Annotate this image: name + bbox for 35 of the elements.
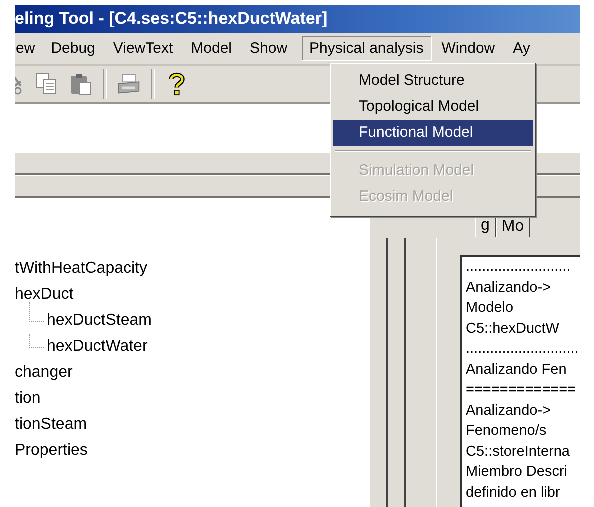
log-line: Analizando Fen	[466, 362, 567, 378]
menu-item[interactable]: ew	[15, 36, 44, 61]
log-line: ..........................	[466, 259, 571, 275]
menu-item[interactable]: ViewText	[105, 36, 182, 61]
menu-option[interactable]: Functional Model	[333, 120, 533, 146]
menu-item[interactable]: Model	[183, 36, 240, 61]
tree-item[interactable]: tionSteam	[15, 416, 88, 434]
menu-option[interactable]: Topological Model	[333, 94, 533, 120]
tree-item[interactable]: Properties	[15, 442, 88, 460]
copy-icon[interactable]	[35, 72, 59, 96]
log-line: Analizando->	[466, 402, 552, 418]
printer-icon[interactable]	[117, 72, 141, 96]
tree-item[interactable]: tion	[15, 390, 41, 408]
log-line: Miembro Descri	[466, 464, 568, 480]
log-line: Modelo	[466, 300, 514, 316]
window-title: eling Tool - [C4.ses:C5::hexDuctWater]	[15, 9, 328, 29]
menu-option[interactable]: Model Structure	[333, 68, 533, 94]
clipboard-icon[interactable]	[69, 72, 93, 96]
log-line: C5::hexDuctW	[466, 320, 560, 336]
tree-item[interactable]: hexDuct	[15, 286, 74, 304]
tree-item[interactable]: changer	[15, 364, 73, 382]
log-line: Analizando->	[466, 280, 552, 296]
menu-item[interactable]: Debug	[43, 36, 104, 61]
log-line: definido en libr	[466, 484, 560, 500]
tree-item[interactable]: tWithHeatCapacity	[15, 260, 148, 278]
log-line: =============	[466, 382, 576, 398]
menu-item[interactable]: Show	[242, 36, 296, 61]
menu-item[interactable]: Ay	[505, 36, 538, 61]
menu-item[interactable]: Window	[434, 36, 504, 61]
menu-item[interactable]: Physical analysis	[302, 36, 432, 61]
tree-item[interactable]: hexDuctSteam	[47, 312, 152, 330]
log-line: ............................	[466, 341, 579, 357]
log-line: Fenomeno/s	[466, 423, 547, 439]
log-line: C5::storeInterna	[466, 444, 570, 460]
tree-item[interactable]: hexDuctWater	[47, 338, 148, 356]
